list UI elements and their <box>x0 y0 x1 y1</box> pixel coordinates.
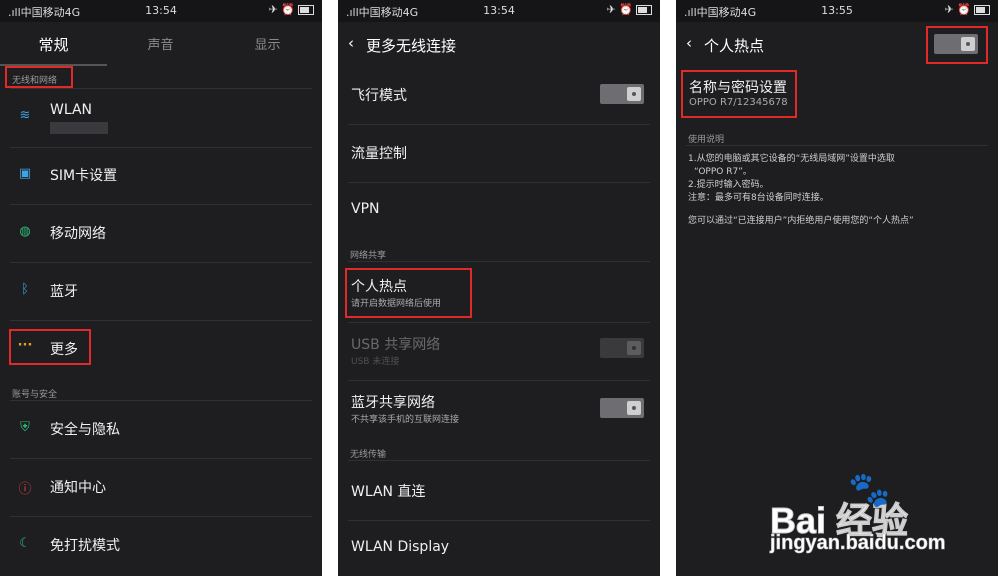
item-wlan-direct[interactable]: WLAN 直连 <box>338 476 660 516</box>
battery-icon <box>974 5 990 15</box>
instructions-line-3: 2.提示时输入密码。 <box>688 180 769 190</box>
settings-item-dnd[interactable]: ☾ 免打扰模式 <box>0 530 322 570</box>
item-label: 移动网络 <box>50 226 106 242</box>
status-right-icons: ✈ ⏰ <box>268 3 295 16</box>
item-label: WLAN <box>50 102 93 118</box>
highlight-section-network <box>5 66 73 88</box>
highlight-hotspot-toggle <box>926 26 988 64</box>
item-label: 蓝牙 <box>50 284 78 300</box>
tab-general[interactable]: 常规 <box>0 34 107 55</box>
settings-item-bluetooth[interactable]: ᛒ 蓝牙 <box>0 276 322 316</box>
item-label: WLAN Display <box>351 539 450 555</box>
divider <box>10 88 312 89</box>
tab-display[interactable]: 显示 <box>214 34 321 53</box>
item-label: WLAN 直连 <box>351 484 426 500</box>
item-label: 蓝牙共享网络 <box>351 395 435 411</box>
highlight-hotspot <box>345 268 472 318</box>
item-label: 流量控制 <box>351 146 407 162</box>
back-icon[interactable]: ‹ <box>348 34 354 52</box>
page-title: 更多无线连接 <box>366 37 457 55</box>
divider <box>10 204 312 205</box>
item-data-control[interactable]: 流量控制 <box>338 138 660 178</box>
shield-icon: ⛨ <box>20 420 30 435</box>
battery-icon <box>298 5 314 15</box>
highlight-more <box>9 329 91 365</box>
item-wlan-display[interactable]: WLAN Display <box>338 534 660 574</box>
item-airplane-mode[interactable]: 飞行模式 <box>338 80 660 120</box>
sim-icon: ▣ <box>18 166 32 181</box>
divider <box>10 458 312 459</box>
item-label: SIM卡设置 <box>50 168 118 184</box>
settings-item-sim[interactable]: ▣ SIM卡设置 <box>0 160 322 200</box>
moon-icon: ☾ <box>19 536 31 551</box>
wlan-network-redacted <box>50 122 108 134</box>
section-help-label: 使用说明 <box>688 135 725 145</box>
item-label: 免打扰模式 <box>50 538 120 554</box>
section-transfer-label: 无线传输 <box>350 450 387 460</box>
status-right-icons: ✈ ⏰ <box>944 3 971 16</box>
item-vpn[interactable]: VPN <box>338 196 660 236</box>
back-icon[interactable]: ‹ <box>686 34 692 52</box>
status-icons: ✈ ⏰ <box>269 3 314 16</box>
bluetooth-tether-toggle[interactable] <box>600 398 644 418</box>
settings-tabs: 常规 声音 显示 <box>0 22 322 66</box>
highlight-name-password <box>681 70 797 118</box>
item-bluetooth-tethering[interactable]: 蓝牙共享网络 不共享该手机的互联网连接 <box>338 388 660 434</box>
divider <box>686 145 988 146</box>
airplane-toggle[interactable] <box>600 84 644 104</box>
alert-icon: ⓘ <box>18 482 32 497</box>
baidu-watermark: Bai 经验 🐾 jingyan.baidu.com <box>769 470 990 570</box>
settings-item-wlan[interactable]: ≋ WLAN <box>0 98 322 144</box>
status-bar: .ıll中国移动4G 13:55 ✈ ⏰ <box>676 0 998 22</box>
item-label: 安全与隐私 <box>50 422 120 438</box>
watermark-url: jingyan.baidu.com <box>770 532 946 555</box>
item-label: USB 共享网络 <box>351 337 441 353</box>
page-title: 个人热点 <box>704 37 765 55</box>
more-wireless-screen: .ıll中国移动4G 13:54 ✈ ⏰ ‹ 更多无线连接 飞行模式 流量控制 … <box>338 0 660 576</box>
divider <box>10 147 312 148</box>
divider <box>10 262 312 263</box>
status-right-icons: ✈ ⏰ <box>606 3 633 16</box>
divider <box>348 322 650 323</box>
divider <box>348 520 650 521</box>
item-sublabel: USB 未连接 <box>351 357 400 367</box>
battery-icon <box>636 5 652 15</box>
item-label: 通知中心 <box>50 480 106 496</box>
wifi-icon: ≋ <box>19 108 31 123</box>
instructions-line-1: 1.从您的电脑或其它设备的“无线局域网”设置中选取 <box>688 154 895 164</box>
settings-item-notifications[interactable]: ⓘ 通知中心 <box>0 472 322 512</box>
divider <box>10 516 312 517</box>
section-share-label: 网络共享 <box>350 251 387 261</box>
instructions-line-2: “OPPO R7”。 <box>694 167 752 177</box>
settings-item-security[interactable]: ⛨ 安全与隐私 <box>0 414 322 454</box>
status-icons: ✈ ⏰ <box>607 3 652 16</box>
item-label: 飞行模式 <box>351 88 407 104</box>
divider <box>10 400 312 401</box>
divider <box>348 380 650 381</box>
paw-icon: 🐾 <box>848 470 891 510</box>
item-sublabel: 不共享该手机的互联网连接 <box>351 415 460 425</box>
globe-icon: ◍ <box>19 224 31 239</box>
status-icons: ✈ ⏰ <box>945 3 990 16</box>
divider <box>348 261 650 262</box>
instructions-line-5: 您可以通过“已连接用户”内拒绝用户使用您的“个人热点” <box>688 216 914 226</box>
divider <box>348 460 650 461</box>
bluetooth-icon: ᛒ <box>21 282 29 297</box>
divider <box>348 182 650 183</box>
divider <box>348 124 650 125</box>
status-bar: .ıll中国移动4G 13:54 ✈ ⏰ <box>0 0 322 22</box>
usb-toggle <box>600 338 644 358</box>
divider <box>10 320 312 321</box>
item-label: VPN <box>351 201 380 217</box>
item-usb-tethering: USB 共享网络 USB 未连接 <box>338 330 660 376</box>
settings-item-mobile-network[interactable]: ◍ 移动网络 <box>0 218 322 258</box>
instructions-line-4: 注意：最多可有8台设备同时连接。 <box>688 193 829 203</box>
section-account-label: 账号与安全 <box>12 390 58 400</box>
status-bar: .ıll中国移动4G 13:54 ✈ ⏰ <box>338 0 660 22</box>
settings-screen: .ıll中国移动4G 13:54 ✈ ⏰ 常规 声音 显示 无线和网络 ≋ WL… <box>0 0 322 576</box>
tab-sound[interactable]: 声音 <box>107 34 214 53</box>
page-header: ‹ 更多无线连接 <box>338 22 660 66</box>
